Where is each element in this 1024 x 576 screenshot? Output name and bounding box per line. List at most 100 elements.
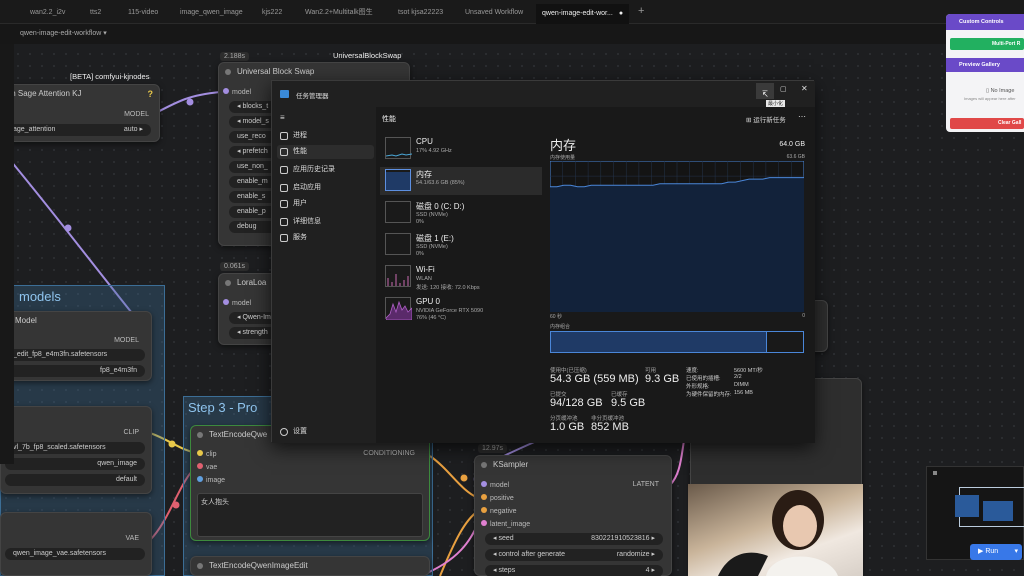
- in-use-segment: [551, 332, 767, 352]
- help-icon[interactable]: ?: [148, 89, 154, 99]
- text-encode-qwen-edit-node[interactable]: TextEncodeQwenImageEdit: [190, 556, 430, 576]
- patch-sage-attention-node[interactable]: tch Sage Attention KJ ? del MODEL age_at…: [0, 84, 160, 142]
- device-detail: WLAN: [416, 276, 432, 282]
- conditioning-output[interactable]: CONDITIONING: [363, 450, 415, 457]
- wifi-thumbnail: [385, 265, 411, 287]
- nav-startup-apps[interactable]: 启动应用: [277, 181, 374, 195]
- nav-processes[interactable]: 进程: [277, 129, 374, 143]
- node-title: TextEncodeQwenImageEdit: [191, 557, 429, 575]
- device-name: Wi-Fi: [416, 265, 435, 274]
- device-detail: SSD (NVMe): [416, 244, 448, 250]
- clip-name-widget[interactable]: vl_7b_fp8_scaled.safetensors: [5, 442, 145, 454]
- more-options-icon[interactable]: ⋯: [798, 112, 806, 121]
- tooltip: 最小化: [766, 100, 786, 107]
- no-images-subtext: Images will appear here after: [964, 96, 1016, 101]
- weight-dtype-widget[interactable]: fp8_e4m3fn: [5, 365, 145, 377]
- device-gpu[interactable]: GPU 0 NVIDIA GeForce RTX 5090 76% (46 °C): [380, 295, 542, 323]
- node-title: Model: [15, 316, 37, 325]
- cpu-thumbnail: [385, 137, 413, 159]
- latent-output[interactable]: LATENT: [633, 481, 659, 488]
- person-photo-icon: [718, 490, 838, 576]
- run-button[interactable]: ▶ Run ▾: [970, 544, 1022, 560]
- clear-gallery-button[interactable]: Clear Gall: [950, 118, 1024, 129]
- device-wifi[interactable]: Wi-Fi WLAN 发送: 120 接收: 72.0 Kbps: [380, 263, 542, 291]
- stat-value: 9.3 GB: [645, 373, 680, 385]
- run-new-task-button[interactable]: ⊞ 运行新任务: [746, 114, 786, 124]
- unet-name-widget[interactable]: _edit_fp8_e4m3fn.safetensors: [5, 349, 145, 361]
- nav-app-history[interactable]: 应用历史记录: [277, 163, 374, 177]
- stat-value: 54.3 GB (559 MB): [550, 373, 639, 385]
- vae-name-widget[interactable]: qwen_image_vae.safetensors: [5, 548, 145, 560]
- kv-key: 已使用的插槽:: [686, 376, 721, 382]
- device-memory[interactable]: 内存 54.1/63.6 GB (85%): [380, 167, 542, 195]
- memory-usage-graph: [550, 161, 804, 312]
- run-task-icon: ⊞: [746, 117, 752, 124]
- device-name: 磁盘 0 (C: D:): [416, 202, 465, 211]
- clip-type-widget[interactable]: qwen_image: [5, 458, 145, 470]
- navigation-pane: ≡ 进程 性能 应用历史记录 启动应用 用户 详细信息 服务 设置: [272, 107, 376, 443]
- device-cpu[interactable]: CPU 17% 4.92 GHz: [380, 135, 542, 163]
- stat-value: 94/128 GB: [550, 397, 603, 409]
- startup-icon: [280, 184, 288, 192]
- kv-value: DIMM: [734, 382, 749, 388]
- multi-port-button[interactable]: Multi-Port R: [950, 38, 1024, 50]
- device-usage: 发送: 120 接收: 72.0 Kbps: [416, 285, 480, 291]
- device-name: CPU: [416, 137, 433, 146]
- unet-loader-node[interactable]: Model MODEL _edit_fp8_e4m3fn.safetensors…: [0, 311, 152, 381]
- run-label: Run: [985, 548, 999, 555]
- nav-users[interactable]: 用户: [277, 197, 374, 211]
- minimap-node: [983, 501, 1013, 521]
- latent-image-input[interactable]: latent_image: [481, 520, 530, 528]
- nav-details[interactable]: 详细信息: [277, 215, 374, 229]
- model-input[interactable]: model: [223, 88, 251, 96]
- kv-value: 2/2: [734, 374, 742, 380]
- chevron-down-icon[interactable]: ▾: [1014, 544, 1018, 560]
- title-bar[interactable]: 任务管理器 – ▢ ✕ 最小化: [272, 81, 815, 107]
- custom-controls-panel: Custom Controls Multi-Port R Preview Gal…: [946, 14, 1024, 132]
- usage-label: 内存使用量: [550, 155, 576, 161]
- clip-input[interactable]: clip: [197, 450, 217, 458]
- device-disk-1[interactable]: 磁盘 1 (E:) SSD (NVMe) 0%: [380, 231, 542, 259]
- task-manager-window[interactable]: 任务管理器 – ▢ ✕ 最小化 ≡ 进程 性能 应用历史记录 启动应用 用户 详…: [271, 80, 815, 443]
- time-axis-label: 60 秒: [550, 314, 562, 320]
- kv-value: 156 MB: [734, 390, 753, 396]
- nav-services[interactable]: 服务: [277, 231, 374, 245]
- device-disk-0[interactable]: 磁盘 0 (C: D:) SSD (NVMe) 0%: [380, 199, 542, 227]
- blockswap-group-title: UniversalBlockSwap: [333, 51, 402, 60]
- minimap-node: [933, 471, 937, 475]
- clip-loader-node[interactable]: CLIP vl_7b_fp8_scaled.safetensors qwen_i…: [0, 406, 152, 494]
- model-input[interactable]: model: [223, 299, 251, 307]
- model-output[interactable]: MODEL: [124, 111, 149, 118]
- sage-attention-widget[interactable]: age_attention auto ▸: [5, 124, 151, 136]
- stat-value: 1.0 GB: [550, 421, 585, 433]
- stat-value: 852 MB: [591, 421, 629, 433]
- maximize-button[interactable]: ▢: [780, 85, 787, 93]
- seed-widget[interactable]: ◂ seed 830221910523816 ▸: [485, 533, 663, 545]
- nav-settings[interactable]: 设置: [277, 425, 374, 439]
- steps-widget[interactable]: ◂ steps 4 ▸: [485, 565, 663, 576]
- vae-output[interactable]: VAE: [126, 535, 140, 542]
- ksampler-node[interactable]: KSampler model positive negative latent_…: [474, 455, 672, 576]
- control-after-generate-widget[interactable]: ◂ control after generate randomize ▸: [485, 549, 663, 561]
- hamburger-menu-icon[interactable]: ≡: [280, 113, 285, 122]
- kjnodes-group-title: [BETA] comfyui-kjnodes: [70, 72, 150, 81]
- gear-icon: [280, 428, 288, 436]
- task-manager-icon: [280, 90, 289, 98]
- nav-performance[interactable]: 性能: [277, 145, 374, 159]
- model-output[interactable]: MODEL: [114, 337, 139, 344]
- close-button[interactable]: ✕: [801, 84, 808, 93]
- memory-usage-area: [550, 177, 804, 312]
- negative-input[interactable]: negative: [481, 507, 516, 515]
- image-input[interactable]: image: [197, 476, 225, 484]
- positive-input[interactable]: positive: [481, 494, 514, 502]
- no-images-text: ▯ No Image: [986, 88, 1015, 94]
- prompt-textarea[interactable]: 女人抱头: [197, 493, 423, 537]
- history-icon: [280, 166, 288, 174]
- clip-output[interactable]: CLIP: [123, 429, 139, 436]
- clip-device-widget[interactable]: default: [5, 474, 145, 486]
- model-input[interactable]: model: [481, 481, 509, 489]
- preview-gallery-header[interactable]: Preview Gallery: [946, 58, 1024, 72]
- vae-input[interactable]: vae: [197, 463, 217, 471]
- device-usage: 0%: [416, 251, 424, 257]
- vae-loader-node[interactable]: VAE qwen_image_vae.safetensors: [0, 512, 152, 576]
